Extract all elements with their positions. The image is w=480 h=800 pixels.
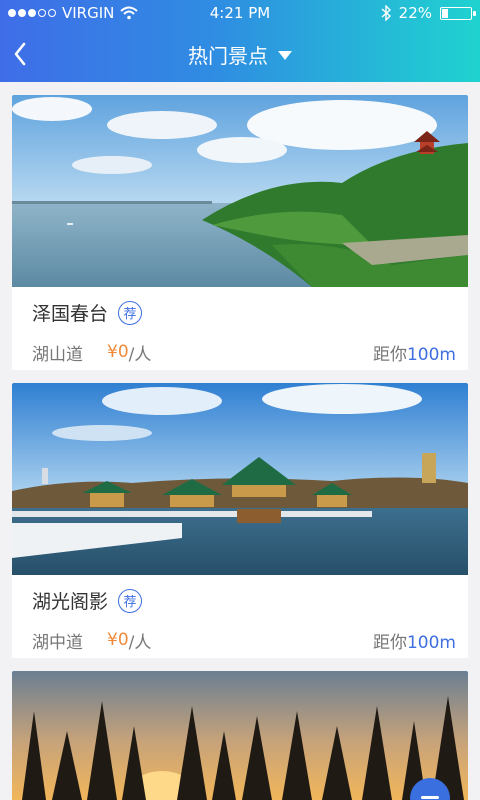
scenic-card[interactable]: 泽国春台 荐 湖山道 ¥0 /人 距你100m (12, 95, 468, 370)
recommend-badge: 荐 (118, 588, 143, 613)
scenic-card[interactable] (12, 671, 468, 800)
caret-down-icon (278, 50, 292, 60)
header-bar: VIRGIN 4:21 PM 22% 热门景点 (0, 0, 480, 82)
scenic-photo (12, 671, 468, 800)
bluetooth-icon (381, 5, 391, 21)
distance-info: 距你100m (373, 340, 456, 365)
nav-bar: 热门景点 (0, 26, 480, 82)
scenic-photo (12, 95, 468, 287)
scenic-photo (12, 383, 468, 575)
distance-label: 距你 (372, 632, 407, 653)
battery-percent: 22% (398, 4, 432, 22)
battery-icon (440, 6, 476, 20)
price-unit: /人 (128, 632, 152, 653)
price-unit: /人 (128, 344, 152, 365)
distance-info: 距你100m (373, 628, 456, 653)
scenic-card[interactable]: 湖光阁影 荐 湖中道 ¥0 /人 距你100m (12, 383, 468, 658)
scenic-name: 泽国春台 (32, 303, 109, 325)
distance-label: 距你 (372, 344, 407, 365)
scenic-name: 湖光阁影 (32, 591, 109, 613)
status-bar: VIRGIN 4:21 PM 22% (0, 0, 480, 26)
title-dropdown[interactable]: 热门景点 (0, 26, 480, 82)
location-label: 湖山道 (32, 344, 83, 365)
recommend-badge: 荐 (118, 300, 143, 325)
page-title: 热门景点 (188, 43, 268, 68)
distance-value: 100m (406, 632, 456, 653)
price-value: ¥0 (107, 342, 129, 362)
location-label: 湖中道 (32, 632, 83, 653)
price-value: ¥0 (107, 630, 129, 650)
distance-value: 100m (406, 344, 456, 365)
